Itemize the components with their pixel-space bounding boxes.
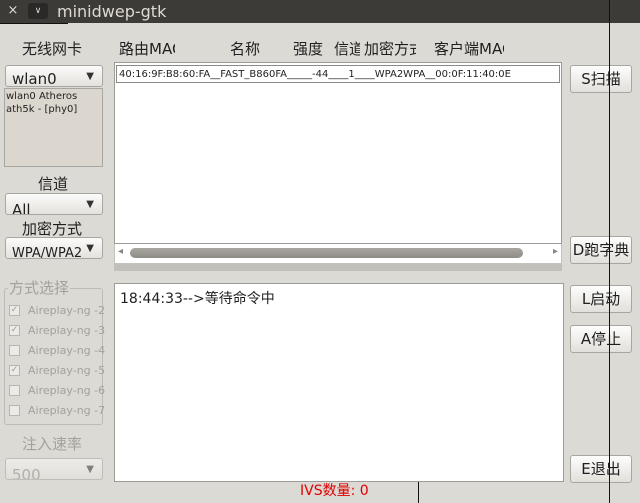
- method-checkbox-3[interactable]: ✓ Aireplay-ng -3: [6, 322, 106, 342]
- nic-combo[interactable]: wlan0 ▼: [5, 65, 103, 87]
- scroll-left-icon[interactable]: ◂: [118, 246, 123, 257]
- chevron-down-icon: ▼: [86, 199, 94, 210]
- network-list-scrollbar[interactable]: ◂ ▸: [114, 244, 562, 264]
- network-list[interactable]: 40:16:9F:B8:60:FA__FAST_B860FA_____-44__…: [114, 62, 562, 244]
- rate-combo[interactable]: 500 ▼: [5, 458, 103, 480]
- column-header-encryption[interactable]: 加密方式: [364, 40, 416, 58]
- nic-info-line-1: wlan0 Atheros: [6, 91, 78, 102]
- checkbox-empty-icon: [9, 345, 20, 356]
- method-label-3: Aireplay-ng -3: [28, 324, 106, 337]
- checkbox-empty-icon: [9, 405, 20, 416]
- channel-value: All: [12, 201, 31, 215]
- launch-button[interactable]: L启动: [570, 285, 632, 313]
- rate-value: 500: [12, 466, 41, 480]
- rate-label: 注入速率: [22, 435, 83, 453]
- scrollbar-thumb[interactable]: [130, 248, 523, 258]
- pane-divider[interactable]: [114, 264, 562, 271]
- column-header-name[interactable]: 名称: [230, 40, 270, 58]
- encryption-combo[interactable]: WPA/WPA2 ▼: [5, 237, 103, 259]
- column-header-channel[interactable]: 信道: [334, 40, 360, 58]
- scan-button[interactable]: S扫描: [570, 65, 632, 93]
- dict-button[interactable]: D跑字典: [570, 236, 632, 264]
- check-icon: ✓: [9, 305, 20, 316]
- encryption-value: WPA/WPA2: [12, 246, 83, 259]
- abort-button[interactable]: A停止: [570, 325, 632, 353]
- nic-info-box: wlan0 Atheros ath5k - [phy0]: [4, 88, 103, 167]
- chevron-down-icon: ▼: [86, 71, 94, 82]
- column-header-mac[interactable]: 路由MAC: [119, 40, 175, 58]
- chevron-down-icon: ▼: [86, 464, 94, 475]
- method-label-4: Aireplay-ng -4: [28, 344, 106, 357]
- overlay-line-top: [0, 23, 68, 24]
- window-title: minidwep-gtk: [57, 2, 167, 21]
- method-label-6: Aireplay-ng -6: [28, 384, 106, 397]
- check-icon: ✓: [9, 365, 20, 376]
- encryption-label: 加密方式: [22, 220, 83, 238]
- method-checkbox-5[interactable]: ✓ Aireplay-ng -5: [6, 362, 106, 382]
- method-group-label: 方式选择: [8, 279, 71, 297]
- table-row-text: 40:16:9F:B8:60:FA__FAST_B860FA_____-44__…: [119, 69, 511, 80]
- method-label-5: Aireplay-ng -5: [28, 364, 106, 377]
- log-line: 18:44:33-->等待命令中: [120, 291, 275, 307]
- check-icon: ✓: [9, 325, 20, 336]
- nic-value: wlan0: [12, 70, 57, 87]
- table-row[interactable]: 40:16:9F:B8:60:FA__FAST_B860FA_____-44__…: [116, 65, 560, 83]
- method-checkbox-4[interactable]: Aireplay-ng -4: [6, 342, 106, 362]
- nic-info-line-2: ath5k - [phy0]: [6, 104, 78, 115]
- chevron-down-icon: ▼: [86, 243, 94, 254]
- channel-label: 信道: [38, 175, 69, 193]
- column-header-signal[interactable]: 强度: [293, 40, 327, 58]
- window-menu-icon[interactable]: ∨: [28, 3, 48, 19]
- overlay-line-bottom: [418, 482, 419, 503]
- method-checkbox-2[interactable]: ✓ Aireplay-ng -2: [6, 302, 106, 322]
- method-label-2: Aireplay-ng -2: [28, 304, 106, 317]
- exit-button[interactable]: E退出: [570, 455, 632, 483]
- method-label-7: Aireplay-ng -7: [28, 404, 106, 417]
- nic-label: 无线网卡: [22, 40, 83, 58]
- ivs-count: IVS数量: 0: [300, 483, 369, 499]
- method-checkbox-7[interactable]: Aireplay-ng -7: [6, 402, 106, 422]
- method-checkbox-6[interactable]: Aireplay-ng -6: [6, 382, 106, 402]
- close-icon[interactable]: ×: [4, 2, 22, 20]
- log-area[interactable]: 18:44:33-->等待命令中: [114, 283, 564, 482]
- column-header-client-mac[interactable]: 客户端MAC: [434, 40, 504, 58]
- checkbox-empty-icon: [9, 385, 20, 396]
- channel-combo[interactable]: All ▼: [5, 193, 103, 215]
- overlay-line-vertical: [609, 0, 610, 503]
- scroll-right-icon[interactable]: ▸: [553, 246, 558, 257]
